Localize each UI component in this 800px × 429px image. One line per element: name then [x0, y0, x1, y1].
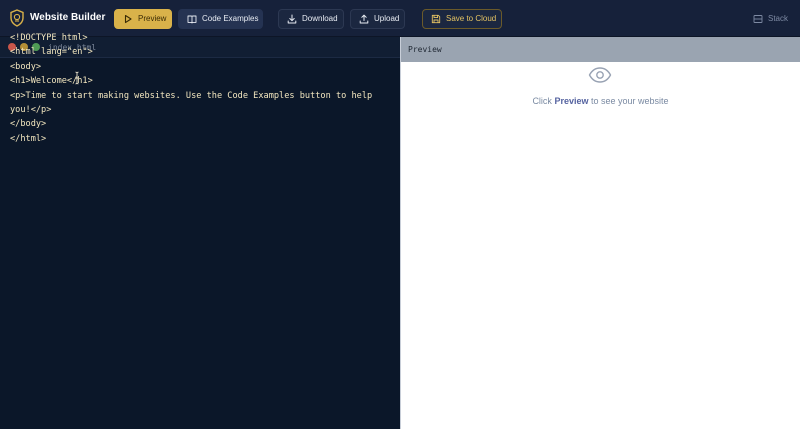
download-button-label: Download	[302, 14, 338, 23]
shield-logo-icon	[10, 9, 24, 27]
stack-layout-icon	[753, 15, 763, 23]
code-examples-button[interactable]: Code Examples	[178, 9, 263, 29]
preview-panel	[401, 62, 800, 429]
stack-layout-button-label: Stack	[768, 14, 789, 23]
preview-button[interactable]: Preview	[114, 9, 172, 29]
save-icon	[431, 14, 441, 24]
preview-button-label: Preview	[138, 14, 167, 23]
hint-suffix: to see your website	[591, 96, 669, 106]
book-icon	[187, 15, 197, 24]
preview-panel-title: Preview	[408, 45, 442, 54]
save-to-cloud-button[interactable]: Save to Cloud	[422, 9, 502, 29]
download-icon	[287, 14, 297, 24]
stack-layout-button[interactable]: Stack	[745, 9, 795, 29]
eye-icon	[588, 67, 612, 83]
hint-prefix: Click	[532, 96, 552, 106]
text-cursor-icon	[75, 71, 79, 85]
play-icon	[124, 14, 132, 24]
app-title: Website Builder	[30, 12, 106, 23]
hint-preview-word: Preview	[554, 96, 589, 106]
upload-button[interactable]: Upload	[350, 9, 405, 29]
upload-button-label: Upload	[374, 14, 400, 23]
upload-icon	[359, 14, 369, 24]
preview-header	[401, 37, 800, 62]
download-button[interactable]: Download	[278, 9, 344, 29]
save-to-cloud-button-label: Save to Cloud	[446, 14, 497, 23]
code-textarea[interactable]: <!DOCTYPE html> <html lang="en"> <body> …	[10, 31, 395, 146]
preview-hint: Click Preview to see your website	[401, 96, 800, 106]
code-examples-button-label: Code Examples	[202, 14, 259, 23]
